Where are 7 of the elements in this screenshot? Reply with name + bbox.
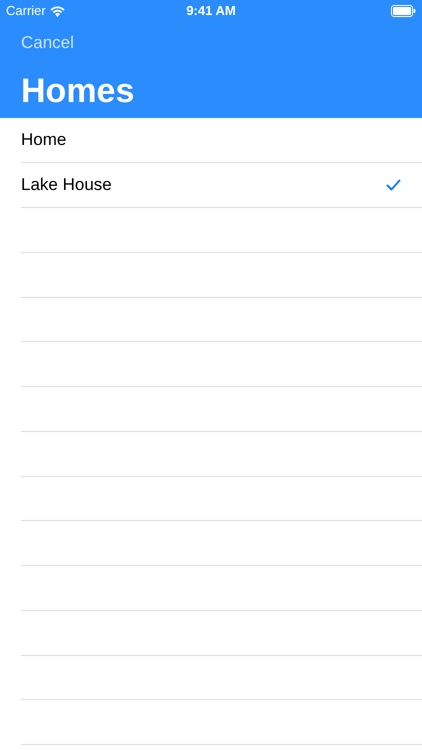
- wifi-icon: [50, 6, 65, 16]
- home-item[interactable]: Home: [21, 127, 66, 153]
- page-title: Homes: [21, 74, 134, 108]
- status-time: 9:41 AM: [186, 2, 236, 20]
- carrier-name: Carrier: [6, 2, 46, 20]
- battery-icon: [391, 5, 416, 17]
- home-item[interactable]: Lake House: [21, 172, 112, 198]
